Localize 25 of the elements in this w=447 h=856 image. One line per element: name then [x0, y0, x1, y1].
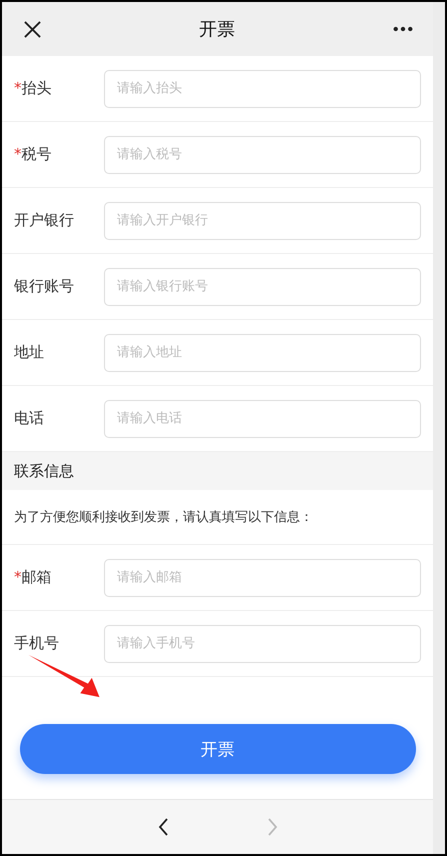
field-label: 税号 [22, 145, 52, 163]
input-field[interactable]: 请输入手机号 [104, 624, 421, 662]
field-label: 抬头 [22, 79, 52, 97]
field-label: 银行账号 [14, 277, 74, 295]
field-label: 手机号 [14, 634, 59, 652]
section-heading: 联系信息 [2, 452, 433, 490]
input-field[interactable]: 请输入地址 [104, 334, 421, 372]
submit-button[interactable]: 开票 [20, 724, 416, 774]
field-label: 邮箱 [22, 568, 52, 586]
input-field[interactable]: 请输入开户银行 [104, 202, 421, 240]
field-label: 电话 [14, 409, 44, 427]
close-icon[interactable] [24, 20, 41, 38]
page-title: 开票 [199, 18, 235, 41]
input-field[interactable]: 请输入抬头 [104, 70, 421, 108]
more-icon[interactable] [393, 26, 413, 32]
input-field[interactable]: 请输入税号 [104, 136, 421, 174]
input-field[interactable]: 请输入电话 [104, 400, 421, 438]
required-mark: * [14, 79, 22, 97]
back-icon[interactable] [158, 818, 168, 836]
input-field[interactable]: 请输入邮箱 [104, 558, 421, 596]
field-label: 开户银行 [14, 211, 74, 229]
field-label: 地址 [14, 343, 44, 361]
input-field[interactable]: 请输入银行账号 [104, 268, 421, 306]
required-mark: * [14, 145, 22, 163]
required-mark: * [14, 568, 22, 586]
